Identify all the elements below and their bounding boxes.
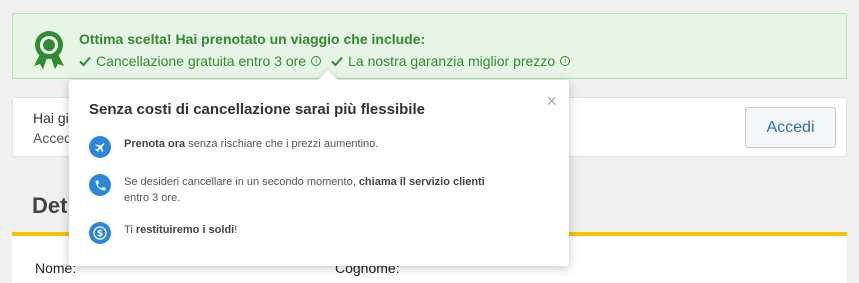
banner-headline: Ottima scelta! Hai prenotato un viaggio … bbox=[79, 31, 426, 47]
popover-item-text: Se desideri cancellare in un secondo mom… bbox=[124, 176, 485, 204]
banner-features: Cancellazione gratuita entro 3 ore i La … bbox=[79, 53, 580, 69]
airplane-icon bbox=[89, 136, 111, 158]
section-title: Det bbox=[32, 193, 68, 218]
money-icon: $ bbox=[89, 222, 111, 244]
popover-item-text: Prenota ora senza rischiare che i prezzi… bbox=[124, 138, 379, 150]
info-icon[interactable]: i bbox=[560, 56, 571, 66]
booking-confirmation-banner: Ottima scelta! Hai prenotato un viaggio … bbox=[12, 13, 847, 79]
popover-title: Senza costi di cancellazione sarai più f… bbox=[89, 101, 425, 118]
svg-text:$: $ bbox=[97, 229, 103, 239]
close-icon[interactable]: × bbox=[546, 91, 557, 112]
feature-label: La nostra garanzia miglior prezzo bbox=[348, 53, 556, 69]
check-icon bbox=[79, 56, 91, 67]
award-ribbon-icon bbox=[34, 31, 64, 69]
phone-icon bbox=[89, 174, 111, 196]
popover-item-refund: $ Ti restituiremo i soldi! bbox=[89, 222, 504, 244]
login-prompt-subtext: Acced bbox=[33, 130, 72, 146]
popover-item-book-now: Prenota ora senza rischiare che i prezzi… bbox=[89, 136, 504, 158]
check-icon bbox=[331, 56, 343, 67]
login-prompt-text: Hai gi bbox=[33, 110, 69, 126]
feature-free-cancellation: Cancellazione gratuita entro 3 ore i bbox=[79, 53, 322, 69]
popover-item-text: Ti restituiremo i soldi! bbox=[124, 224, 238, 236]
popover-item-call-service: Se desideri cancellare in un secondo mom… bbox=[89, 174, 504, 206]
feature-label: Cancellazione gratuita entro 3 ore bbox=[96, 53, 307, 69]
info-icon[interactable]: i bbox=[311, 56, 322, 66]
cancellation-info-popover: Senza costi di cancellazione sarai più f… bbox=[69, 70, 569, 266]
feature-best-price: La nostra garanzia miglior prezzo i bbox=[331, 53, 571, 69]
login-button[interactable]: Accedi bbox=[745, 107, 836, 148]
